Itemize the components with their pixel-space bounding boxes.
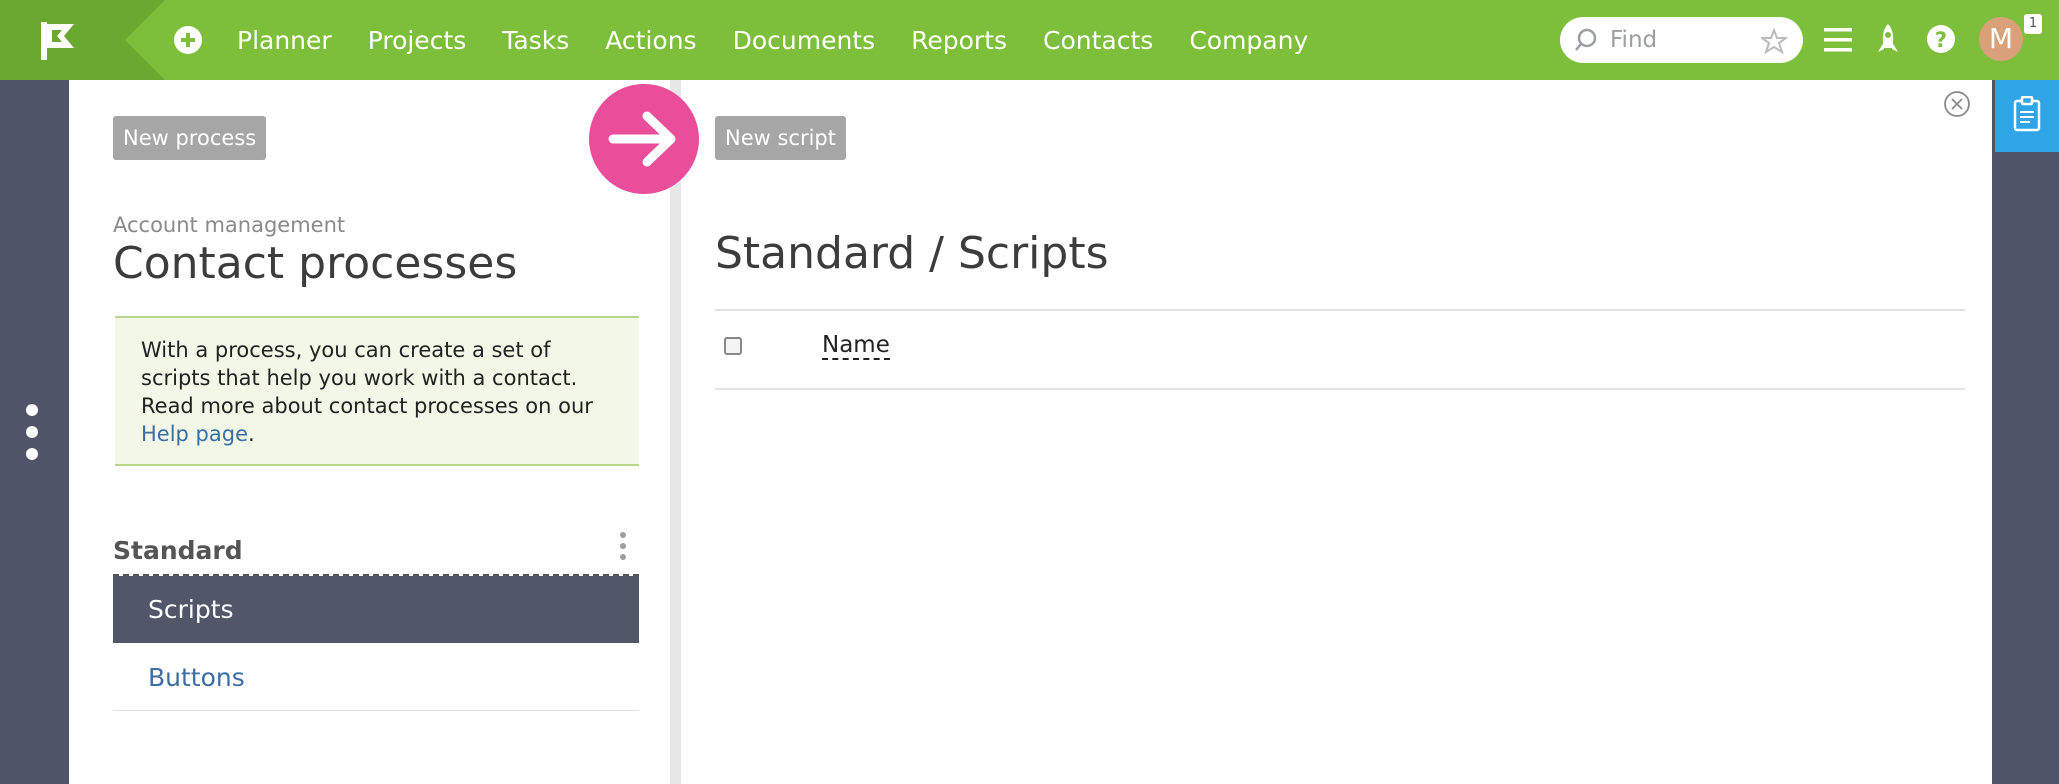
table-header-top-border <box>715 309 1965 311</box>
flag-logo-icon <box>0 0 165 80</box>
select-all-checkbox[interactable] <box>724 337 742 355</box>
new-process-button[interactable]: New process <box>113 116 267 160</box>
page-title: Contact processes <box>113 238 518 289</box>
nav-tasks[interactable]: Tasks <box>502 26 569 55</box>
rocket-icon[interactable] <box>1876 22 1900 58</box>
avatar[interactable]: M <box>1979 17 2023 61</box>
process-panel: New process Account management Contact p… <box>69 80 670 784</box>
clipboard-icon <box>2013 96 2041 132</box>
section-menu-icon[interactable] <box>620 532 626 564</box>
top-bar: Planner Projects Tasks Actions Documents… <box>0 0 2059 80</box>
search-placeholder: Find <box>1610 27 1658 53</box>
nav-contacts[interactable]: Contacts <box>1043 26 1153 55</box>
info-text-end: . <box>248 422 255 446</box>
arrow-right-icon <box>589 84 699 194</box>
list-item-scripts[interactable]: Scripts <box>113 576 639 643</box>
section-standard: Standard <box>113 536 243 565</box>
scripts-panel: New script Standard / Scripts Name <box>681 80 1992 784</box>
nav-actions[interactable]: Actions <box>605 26 696 55</box>
nav-documents[interactable]: Documents <box>733 26 876 55</box>
add-icon[interactable] <box>174 26 202 54</box>
list-item-buttons[interactable]: Buttons <box>113 644 639 711</box>
close-icon[interactable] <box>1943 90 1971 118</box>
scripts-title: Standard / Scripts <box>715 228 1109 279</box>
new-script-button[interactable]: New script <box>715 116 846 160</box>
nav-company[interactable]: Company <box>1189 26 1308 55</box>
help-page-link[interactable]: Help page <box>141 422 248 446</box>
more-options-icon[interactable] <box>26 404 38 460</box>
search-input[interactable]: Find <box>1560 17 1803 63</box>
menu-icon[interactable] <box>1824 22 1852 58</box>
nav-planner[interactable]: Planner <box>237 26 332 55</box>
search-icon <box>1575 28 1597 51</box>
breadcrumb[interactable]: Account management <box>113 213 345 237</box>
info-box: With a process, you can create a set of … <box>115 316 639 466</box>
star-icon[interactable] <box>1761 28 1787 54</box>
notification-badge: 1 <box>2024 14 2042 34</box>
nav-reports[interactable]: Reports <box>911 26 1007 55</box>
table-header-bottom-border <box>715 388 1965 390</box>
help-icon[interactable]: ? <box>1926 22 1956 58</box>
svg-text:?: ? <box>1935 28 1947 52</box>
logo[interactable] <box>0 0 165 80</box>
nav-projects[interactable]: Projects <box>368 26 467 55</box>
clipboard-tab[interactable] <box>1995 80 2059 152</box>
column-header-name[interactable]: Name <box>822 332 890 360</box>
info-text: With a process, you can create a set of … <box>141 338 593 418</box>
main-nav: Planner Projects Tasks Actions Documents… <box>237 0 1344 80</box>
